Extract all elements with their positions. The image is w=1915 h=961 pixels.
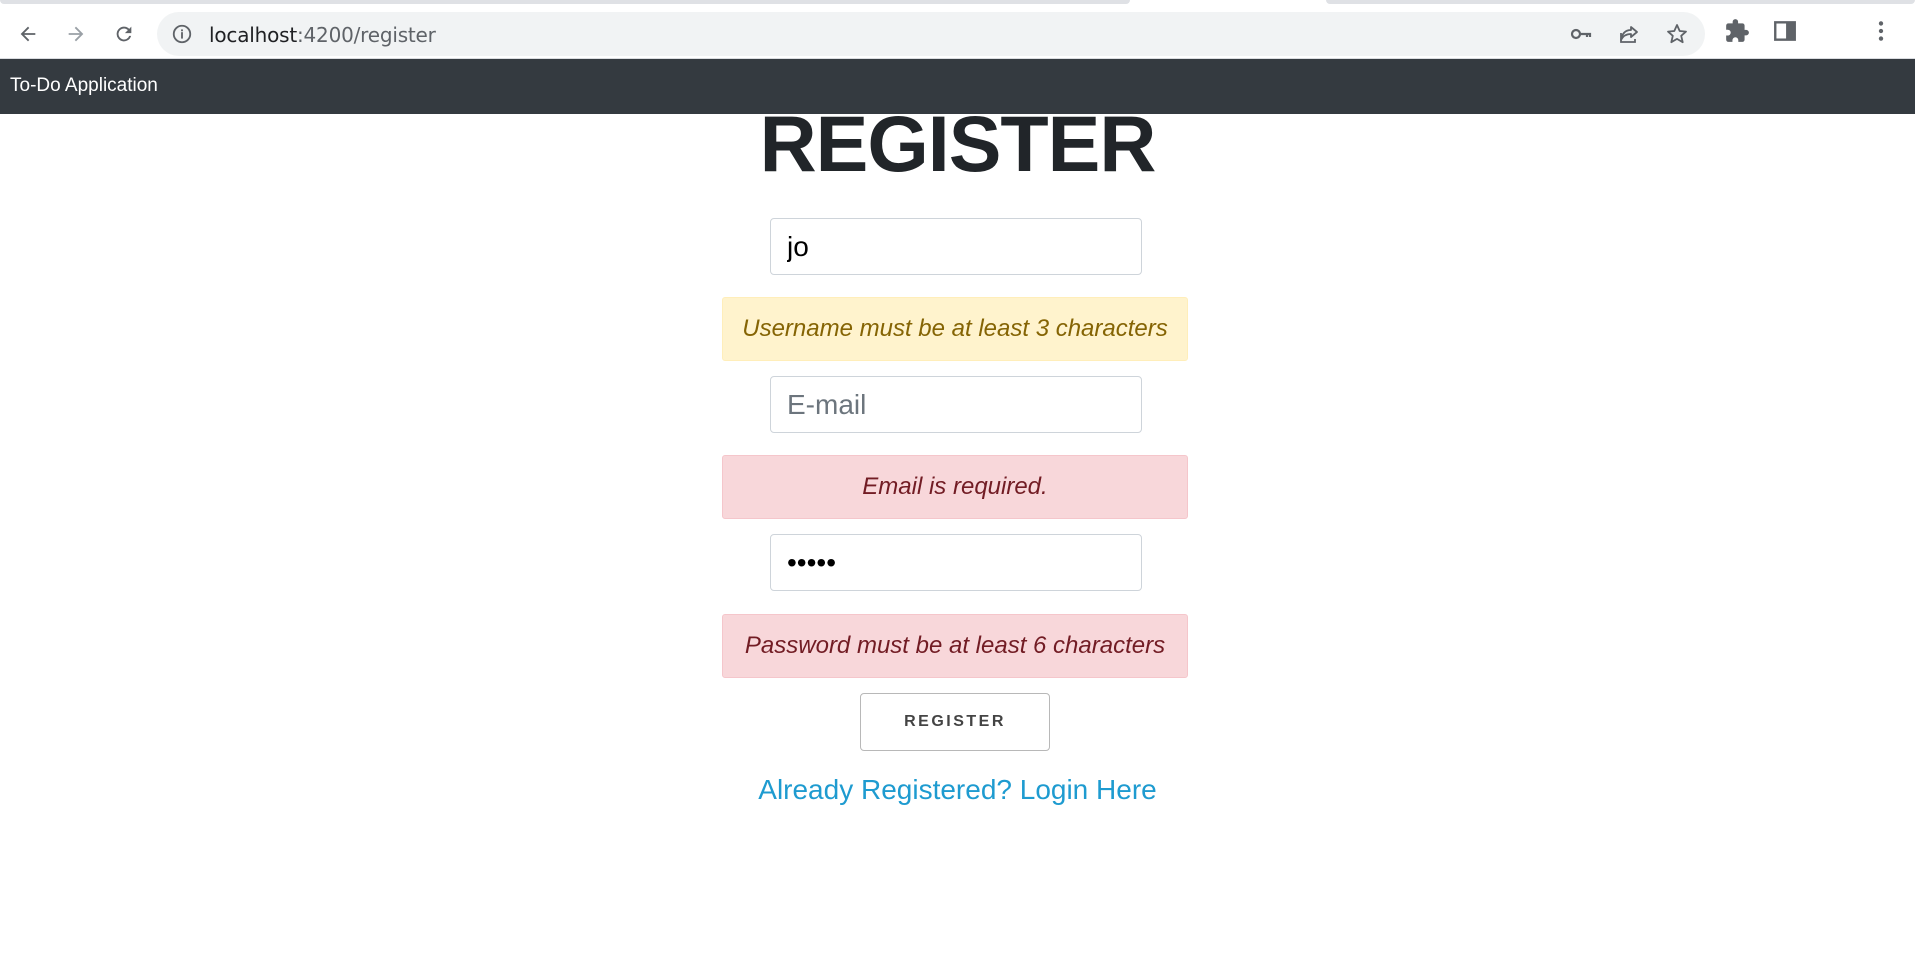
address-bar[interactable]: localhost:4200/register — [157, 12, 1705, 56]
arrow-right-icon — [68, 26, 84, 42]
password-field[interactable] — [770, 534, 1142, 591]
arrow-left-icon — [20, 26, 36, 42]
more-vert-icon[interactable] — [1868, 18, 1894, 44]
back-button[interactable] — [12, 18, 44, 50]
url-text[interactable]: localhost:4200/register — [209, 23, 436, 47]
email-error-alert: Email is required. — [722, 455, 1188, 519]
tab-strip — [0, 0, 1915, 10]
profile-button[interactable] — [1818, 25, 1852, 29]
forward-button[interactable] — [60, 18, 92, 50]
password-error-alert: Password must be at least 6 characters — [722, 614, 1188, 678]
key-icon[interactable] — [1569, 22, 1593, 46]
extensions-icon[interactable] — [1724, 18, 1750, 44]
username-field[interactable] — [770, 218, 1142, 275]
side-panel-icon[interactable] — [1772, 18, 1798, 44]
reload-button[interactable] — [108, 18, 140, 50]
browser-toolbar: localhost:4200/register — [0, 10, 1915, 59]
tab-inactive[interactable] — [1326, 0, 1915, 4]
email-field[interactable] — [770, 376, 1142, 433]
tab-inactive[interactable] — [0, 0, 1130, 4]
share-icon[interactable] — [1617, 22, 1641, 46]
info-icon[interactable] — [171, 23, 193, 45]
page-title: REGISTER — [759, 99, 1157, 188]
register-button[interactable]: REGISTER — [860, 693, 1050, 751]
reload-icon — [116, 26, 132, 42]
star-icon[interactable] — [1665, 22, 1689, 46]
username-error-alert: Username must be at least 3 characters — [722, 297, 1188, 361]
url-path: :4200/register — [296, 23, 436, 47]
login-link[interactable]: Already Registered? Login Here — [0, 774, 1915, 806]
app-brand[interactable]: To-Do Application — [10, 75, 158, 97]
url-host: localhost — [209, 23, 297, 47]
